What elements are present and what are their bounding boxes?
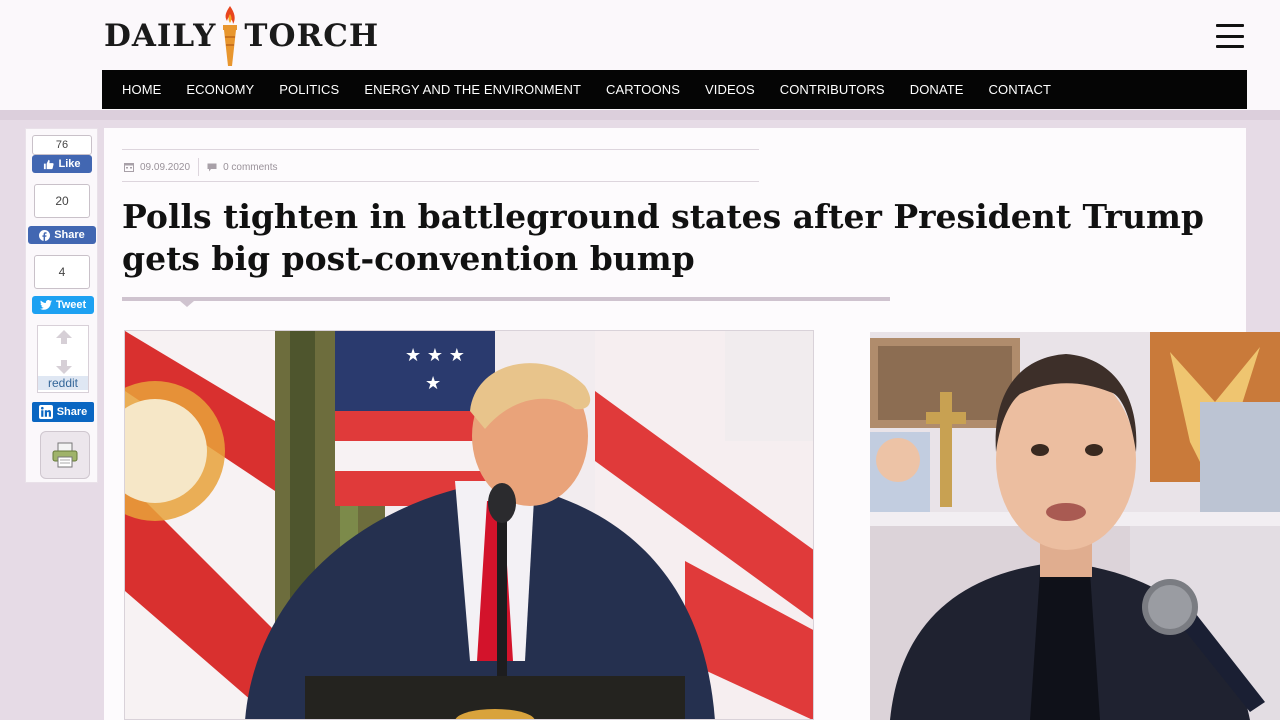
presenter-illustration <box>870 332 1280 720</box>
header-divider <box>0 110 1280 120</box>
tweet-button[interactable]: Tweet <box>32 296 94 314</box>
upvote-arrow-icon[interactable] <box>56 330 72 344</box>
fb-share-count: 20 <box>34 184 90 218</box>
reddit-vote-widget: reddit <box>37 325 89 393</box>
fb-share-button[interactable]: Share <box>28 226 96 244</box>
print-button[interactable] <box>40 431 90 479</box>
thumbs-up-icon <box>44 159 55 169</box>
fb-like-count-value: 76 <box>55 139 69 151</box>
tweet-label: Tweet <box>55 299 87 311</box>
logo-text-daily: DAILY <box>104 18 217 54</box>
facebook-icon <box>39 229 51 241</box>
comment-icon <box>207 163 217 171</box>
nav-item-cartoons[interactable]: CARTOONS <box>606 82 680 97</box>
site-logo[interactable]: DAILY TORCH <box>104 2 379 70</box>
linkedin-icon <box>38 405 53 419</box>
tweet-count: 4 <box>34 255 90 289</box>
article-date: 09.09.2020 <box>140 161 191 173</box>
meta-rule-bottom <box>122 181 759 182</box>
nav-item-home[interactable]: HOME <box>122 82 161 97</box>
reddit-button[interactable]: reddit <box>38 376 88 390</box>
tweet-count-value: 4 <box>58 265 66 279</box>
hamburger-menu-icon[interactable] <box>1216 24 1244 48</box>
svg-text:★: ★ <box>425 373 441 394</box>
svg-text:★ ★ ★: ★ ★ ★ <box>405 345 465 366</box>
fb-share-label: Share <box>54 229 85 241</box>
title-underline <box>122 297 890 301</box>
article-photo: ★ ★ ★ ★ <box>124 330 814 720</box>
logo-text-torch: TORCH <box>244 18 380 54</box>
linkedin-share-button[interactable]: Share <box>32 402 94 422</box>
torch-icon <box>223 6 238 66</box>
meta-separator <box>198 158 200 176</box>
nav-item-politics[interactable]: POLITICS <box>279 82 339 97</box>
printer-icon <box>52 442 78 468</box>
presenter-video-inset <box>870 332 1280 720</box>
nav-item-contact[interactable]: CONTACT <box>989 82 1052 97</box>
linkedin-share-label: Share <box>56 406 88 418</box>
nav-item-donate[interactable]: DONATE <box>910 82 964 97</box>
comments-link[interactable]: 0 comments <box>223 162 277 173</box>
fb-like-label: Like <box>58 158 81 170</box>
downvote-arrow-icon[interactable] <box>56 360 72 374</box>
calendar-icon <box>124 163 134 172</box>
nav-item-contributors[interactable]: CONTRIBUTORS <box>780 82 885 97</box>
twitter-bird-icon <box>39 300 52 310</box>
fb-like-count: 76 <box>32 135 92 155</box>
share-sidebar: 76 Like 20 Share 4 Tweet reddit Share <box>25 128 98 483</box>
main-nav: HOME ECONOMY POLITICS ENERGY AND THE ENV… <box>102 70 1247 109</box>
site-header: DAILY TORCH HOME ECONOMY POLITICS ENERGY… <box>0 0 1280 110</box>
title-underline-notch <box>180 301 194 307</box>
nav-item-videos[interactable]: VIDEOS <box>705 82 755 97</box>
nav-item-energy[interactable]: ENERGY AND THE ENVIRONMENT <box>364 82 581 97</box>
article-meta: 09.09.2020 0 comments <box>124 158 278 176</box>
fb-like-button[interactable]: Like <box>32 155 92 173</box>
meta-rule-top <box>122 149 759 150</box>
article-title: Polls tighten in battleground states aft… <box>122 197 1204 278</box>
nav-item-economy[interactable]: ECONOMY <box>186 82 254 97</box>
speaker-podium-illustration: ★ ★ ★ ★ <box>125 331 813 719</box>
fb-share-count-value: 20 <box>55 194 69 208</box>
